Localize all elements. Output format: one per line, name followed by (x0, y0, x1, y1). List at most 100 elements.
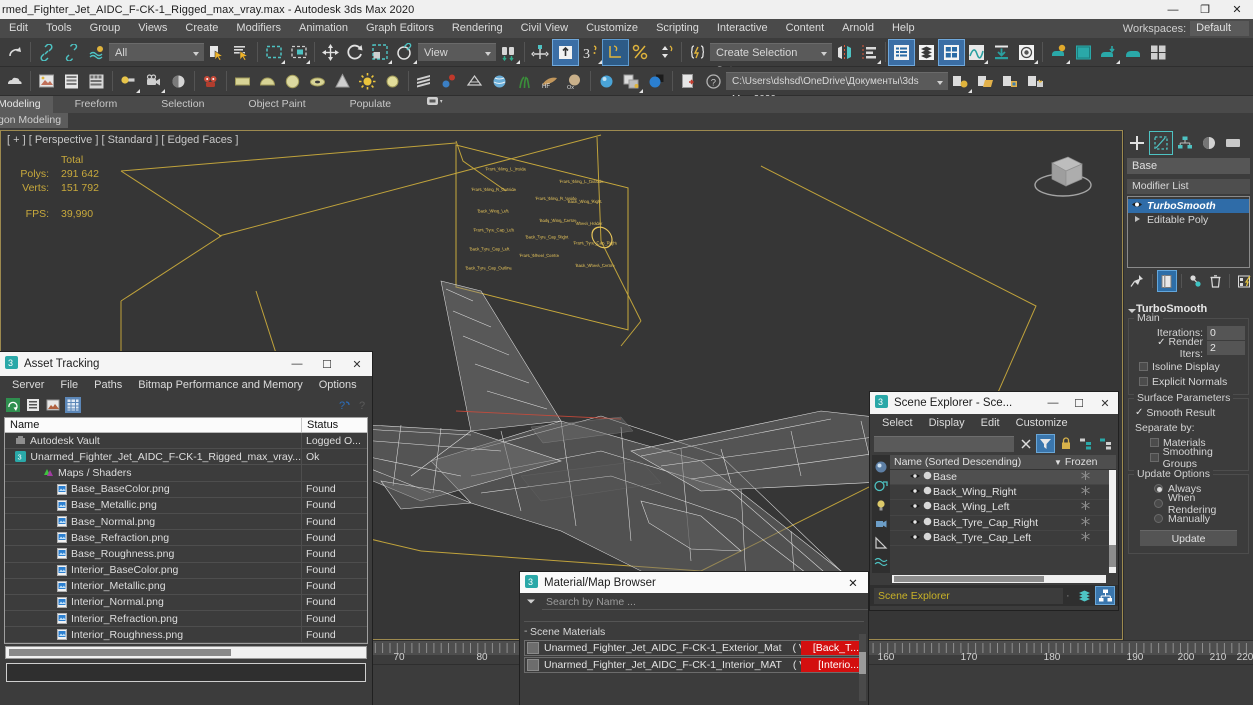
lock-icon[interactable] (1057, 435, 1074, 452)
refresh-icon[interactable] (5, 397, 21, 413)
ribbon-tab-object-paint[interactable]: Object Paint (226, 96, 327, 113)
ribbon-tab-populate[interactable]: Populate (328, 96, 413, 113)
asset-column-status[interactable]: Status (302, 418, 367, 432)
modify-tab-icon[interactable] (1149, 131, 1173, 155)
asset-tracking-close[interactable]: ✕ (342, 352, 372, 376)
table-row[interactable]: Base_Roughness.png Found (5, 546, 367, 563)
chevron-down-icon[interactable] (524, 596, 538, 608)
table-row[interactable]: Autodesk Vault Logged O... (5, 433, 367, 450)
layer-explorer-toggle-icon[interactable] (1075, 587, 1093, 604)
maximize-button[interactable]: ❐ (1189, 0, 1221, 19)
scene-explorer-maximize[interactable]: ☐ (1066, 392, 1092, 414)
table-row[interactable]: Base_Refraction.png Found (5, 530, 367, 547)
object-color-swatch-icon[interactable] (921, 532, 933, 544)
angle-snap-toggle-icon[interactable] (552, 38, 579, 66)
rendered-frame-window-icon[interactable] (1071, 40, 1096, 65)
scene-materials-group-label[interactable]: Scene Materials (524, 625, 864, 640)
cameras-icon[interactable] (141, 69, 166, 94)
ribbon-tab-modeling[interactable]: Modeling (0, 96, 53, 113)
frozen-state-icon[interactable] (1054, 531, 1116, 545)
render-iters-spinner[interactable]: 2 (1207, 340, 1245, 355)
update-always-radio[interactable] (1154, 484, 1163, 493)
hair-and-fur-icon[interactable] (487, 69, 512, 94)
eye-icon[interactable] (908, 517, 921, 529)
asset-menu-paths[interactable]: Paths (86, 376, 130, 394)
scene-column-name[interactable]: Name (Sorted Descending) (890, 456, 1054, 468)
scene-explorer-title-bar[interactable]: 3 Scene Explorer - Sce... — ☐ ✕ (870, 392, 1118, 414)
percent-snap-icon[interactable] (628, 40, 653, 65)
menu-item-content[interactable]: Content (777, 19, 834, 38)
redo-icon[interactable] (2, 40, 27, 65)
asset-tracking-title-bar[interactable]: 3 Asset Tracking — ☐ ✕ (0, 352, 372, 376)
minimize-button[interactable]: — (1157, 0, 1189, 19)
menu-item-graph-editors[interactable]: Graph Editors (357, 19, 443, 38)
vray-frame-buffer-icon[interactable] (644, 69, 669, 94)
render-production-icon[interactable] (1096, 40, 1121, 65)
modifier-stack[interactable]: TurboSmooth Editable Poly (1127, 196, 1250, 268)
frozen-state-icon[interactable] (1054, 500, 1116, 514)
bind-to-space-warp-icon[interactable] (84, 40, 109, 65)
table-row[interactable]: Base_Metallic.png Found (5, 497, 367, 514)
menu-item-tools[interactable]: Tools (37, 19, 81, 38)
render-to-texture-icon[interactable] (619, 69, 644, 94)
help-icon[interactable]: ? (701, 69, 726, 94)
toggle-scene-explorer-icon[interactable] (888, 38, 915, 66)
material-editor-icon[interactable] (1014, 40, 1039, 65)
menu-item-animation[interactable]: Animation (290, 19, 357, 38)
isoline-display-row[interactable]: Isoline Display (1132, 359, 1245, 374)
checkmark-icon[interactable]: ✓ (1135, 407, 1143, 418)
pin-stack-icon[interactable] (1129, 271, 1147, 291)
align-icon[interactable] (857, 40, 882, 65)
modifier-stack-item-turbosmooth[interactable]: TurboSmooth (1128, 199, 1249, 213)
reference-coordinate-dropdown[interactable]: View (418, 43, 496, 61)
scene-menu-select[interactable]: Select (874, 414, 921, 432)
select-and-scale-icon[interactable] (368, 40, 393, 65)
material-browser-vscrollbar[interactable] (859, 634, 866, 701)
material-search-input[interactable]: Search by Name ... (542, 594, 868, 610)
selection-filter-dropdown[interactable]: All (109, 43, 204, 61)
pivot-point-center-icon[interactable] (496, 40, 521, 65)
scene-menu-edit[interactable]: Edit (973, 414, 1008, 432)
select-by-name-icon[interactable] (229, 40, 254, 65)
menu-item-create[interactable]: Create (176, 19, 227, 38)
update-manually-radio[interactable] (1154, 514, 1163, 523)
lights-filter-icon[interactable] (872, 495, 890, 514)
scene-explorer-vscrollbar[interactable] (1109, 470, 1116, 573)
edit-named-selection-sets-icon[interactable] (685, 40, 710, 65)
asset-tracking-table[interactable]: Name Status Autodesk Vault Logged O... 3 Un… (4, 417, 368, 645)
asset-column-name[interactable]: Name (5, 418, 302, 432)
asset-tracking-minimize[interactable]: — (282, 352, 312, 376)
modifier-stack-item-editable-poly[interactable]: Editable Poly (1128, 213, 1249, 227)
spinner-snap-arrows-icon[interactable] (653, 40, 678, 65)
spinner-snap-toggle-icon[interactable] (602, 38, 629, 66)
list-item[interactable]: Back_Tyre_Cap_Left (890, 531, 1116, 546)
eye-icon[interactable] (908, 532, 921, 544)
render-setup-icon[interactable] (1046, 40, 1071, 65)
ribbon-minimize-icon[interactable] (413, 94, 455, 113)
window-crossing-selection-icon[interactable] (286, 40, 311, 65)
box-primitive-icon[interactable] (230, 69, 255, 94)
asset-menu-bitmap-performance[interactable]: Bitmap Performance and Memory (130, 376, 310, 394)
object-color-swatch-icon[interactable] (921, 471, 933, 483)
iterations-spinner[interactable]: 0 (1207, 325, 1245, 340)
configure-modifier-sets-icon[interactable] (1235, 271, 1253, 291)
particle-flow-icon[interactable] (437, 69, 462, 94)
menu-item-rendering[interactable]: Rendering (443, 19, 512, 38)
menu-item-help[interactable]: Help (883, 19, 924, 38)
shapes-filter-icon[interactable] (872, 476, 890, 495)
curve-editor-icon[interactable] (964, 40, 989, 65)
mirror-icon[interactable] (832, 40, 857, 65)
schematic-view-icon[interactable] (989, 40, 1014, 65)
table-row[interactable]: Interior_Metallic.png Found (5, 578, 367, 595)
update-button[interactable]: Update (1140, 530, 1237, 546)
eye-icon[interactable] (908, 471, 921, 483)
cloth-icon[interactable] (462, 69, 487, 94)
ornatrix-icon[interactable]: Ox (562, 69, 587, 94)
project-new-icon[interactable] (1023, 69, 1048, 94)
menu-item-civil-view[interactable]: Civil View (512, 19, 577, 38)
rectangular-selection-region-icon[interactable] (261, 40, 286, 65)
asset-tracking-icon[interactable] (34, 69, 59, 94)
help-question-icon[interactable]: ? (336, 397, 352, 413)
frozen-state-icon[interactable] (1054, 470, 1116, 484)
table-view-icon[interactable] (65, 396, 81, 413)
